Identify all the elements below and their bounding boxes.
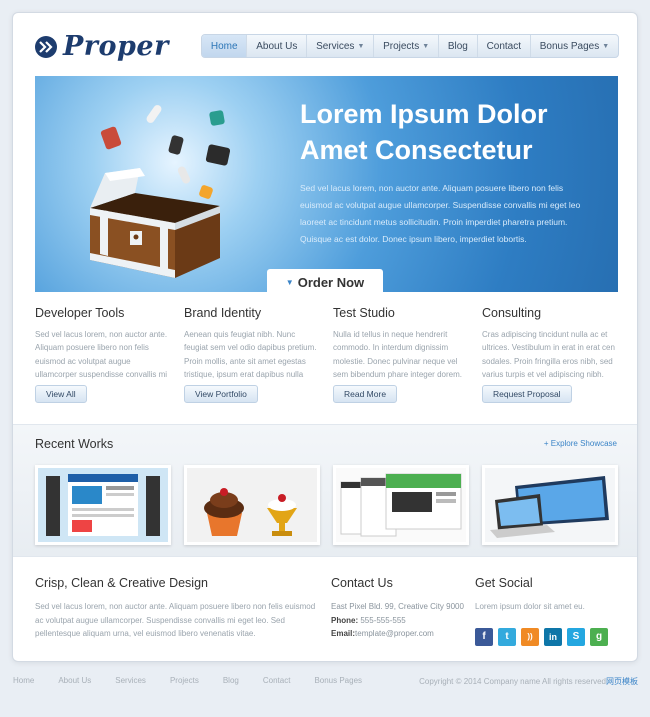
recent-works-section: Recent Works + Explore Showcase [13, 424, 637, 557]
nav-projects-label: Projects [383, 40, 420, 52]
work-thumbnail-devices[interactable] [482, 465, 618, 545]
feature-text: Sed vel lacus lorem, non auctor ante. Al… [35, 330, 168, 379]
footer-link-about-us[interactable]: About Us [58, 676, 91, 685]
footer-link-services[interactable]: Services [115, 676, 146, 685]
feature-title: Consulting [482, 306, 542, 320]
feature-title: Test Studio [333, 306, 395, 320]
copyright-text: Copyright © 2014 Company name All rights… [419, 677, 606, 686]
logo[interactable]: Proper [35, 31, 169, 62]
read-more-button[interactable]: Read More [333, 385, 398, 403]
nav-about-us[interactable]: About Us [247, 35, 308, 57]
nav-bonus-label: Bonus Pages [539, 40, 600, 52]
nav-about-label: About Us [256, 40, 298, 52]
templates-preview [336, 468, 466, 542]
devices-preview [485, 468, 615, 542]
about-column: Crisp, Clean & Creative Design Sed vel l… [35, 576, 320, 641]
features-row: Developer Tools Sed vel lacus lorem, non… [35, 306, 618, 403]
web-template-preview [38, 468, 168, 542]
request-proposal-button[interactable]: Request Proposal [482, 385, 572, 403]
chevron-down-icon: ▼ [357, 42, 365, 50]
footer: Home About Us Services Projects Blog Con… [13, 676, 638, 687]
hero-title-line2: Amet Consectetur [300, 135, 533, 165]
contact-column: Contact Us East Pixel Bld. 99, Creative … [331, 576, 471, 641]
flying-tablet-icon [208, 109, 226, 127]
phone-label: Phone: [331, 615, 359, 625]
flying-phone-icon [167, 134, 185, 156]
order-now-button[interactable]: ▼ Order Now [267, 269, 383, 292]
hero-text: Sed vel lacus lorem, non auctor ante. Al… [300, 183, 581, 244]
feature-developer-tools: Developer Tools Sed vel lacus lorem, non… [35, 306, 171, 403]
about-text: Sed vel lacus lorem, non auctor ante. Al… [35, 602, 316, 638]
beian-link[interactable]: 网页模板 [606, 677, 638, 686]
hero-banner: Lorem Ipsum Dolor Amet Consectetur Sed v… [35, 76, 618, 292]
main-nav: Home About Us Services ▼ Projects ▼ Blog C… [201, 34, 619, 58]
nav-bonus-pages[interactable]: Bonus Pages ▼ [531, 35, 618, 57]
hero-title: Lorem Ipsum Dolor Amet Consectetur [300, 96, 600, 168]
social-text: Lorem ipsum dolor sit amet eu. [475, 602, 585, 611]
work-thumbnail-templates[interactable] [333, 465, 469, 545]
treasure-chest-illustration [90, 168, 220, 278]
twitter-icon[interactable]: t [498, 627, 516, 646]
footer-link-blog[interactable]: Blog [223, 676, 239, 685]
rss-icon[interactable]: )) [521, 627, 539, 646]
copyright: Copyright © 2014 Company name All rights… [419, 676, 638, 687]
nav-blog-label: Blog [447, 40, 468, 52]
explore-showcase-link[interactable]: + Explore Showcase [544, 439, 617, 448]
flying-rocket-icon [144, 103, 164, 125]
nav-home[interactable]: Home [202, 35, 248, 57]
view-portfolio-button[interactable]: View Portfolio [184, 385, 258, 403]
recent-works-title: Recent Works [35, 437, 114, 451]
feature-text: Nulla id tellus in neque hendrerit commo… [333, 330, 462, 379]
feature-text: Cras adipiscing tincidunt nulla ac et ul… [482, 330, 615, 379]
work-thumbnail-web-template[interactable] [35, 465, 171, 545]
work-thumbnail-cupcakes[interactable] [184, 465, 320, 545]
feature-title: Brand Identity [184, 306, 262, 320]
contact-phone: Phone: 555-555-555 [331, 614, 471, 628]
feature-test-studio: Test Studio Nulla id tellus in neque hen… [333, 306, 469, 403]
cupcake-preview [187, 468, 317, 542]
contact-title: Contact Us [331, 576, 393, 590]
hero-title-line1: Lorem Ipsum Dolor [300, 99, 548, 129]
phone-value: 555-555-555 [360, 615, 406, 625]
nav-projects[interactable]: Projects ▼ [374, 35, 439, 57]
feature-title: Developer Tools [35, 306, 125, 320]
footer-link-home[interactable]: Home [13, 676, 34, 685]
nav-blog[interactable]: Blog [439, 35, 478, 57]
logo-text: Proper [63, 31, 169, 62]
page-container: Proper Home About Us Services ▼ Projects ▼… [12, 12, 638, 662]
chevron-down-icon: ▼ [285, 277, 294, 287]
facebook-icon[interactable]: f [475, 627, 493, 646]
nav-services[interactable]: Services ▼ [307, 35, 375, 57]
works-thumbnails [35, 465, 618, 545]
chevron-down-icon: ▼ [422, 42, 430, 50]
email-link[interactable]: template@proper.com [355, 629, 434, 638]
logo-chevron-icon [35, 35, 57, 58]
view-all-button[interactable]: View All [35, 385, 87, 403]
linkedin-icon[interactable]: in [544, 627, 562, 646]
chevron-down-icon: ▼ [602, 42, 610, 50]
google-icon[interactable]: g [590, 627, 608, 646]
social-column: Get Social Lorem ipsum dolor sit amet eu… [475, 576, 618, 646]
nav-contact[interactable]: Contact [478, 35, 531, 57]
social-icons: f t )) in S g [475, 627, 618, 646]
flying-laptop-icon [205, 143, 231, 167]
contact-address: East Pixel Bld. 99, Creative City 9000 [331, 602, 464, 611]
social-title: Get Social [475, 576, 533, 590]
feature-brand-identity: Brand Identity Aenean quis feugiat nibh.… [184, 306, 320, 403]
nav-contact-label: Contact [486, 40, 522, 52]
feature-consulting: Consulting Cras adipiscing tincidunt nul… [482, 306, 618, 403]
contact-email: Email:template@proper.com [331, 627, 471, 641]
about-title: Crisp, Clean & Creative Design [35, 576, 208, 590]
skype-icon[interactable]: S [567, 627, 585, 646]
nav-home-label: Home [210, 40, 238, 52]
footer-link-contact[interactable]: Contact [263, 676, 291, 685]
flying-book-icon [100, 125, 122, 151]
footer-nav: Home About Us Services Projects Blog Con… [13, 676, 386, 685]
email-label: Email: [331, 629, 356, 638]
footer-link-projects[interactable]: Projects [170, 676, 199, 685]
feature-text: Aenean quis feugiat nibh. Nunc feugiat s… [184, 330, 317, 379]
order-now-label: Order Now [297, 274, 365, 290]
nav-services-label: Services [316, 40, 355, 52]
footer-link-bonus-pages[interactable]: Bonus Pages [314, 676, 362, 685]
